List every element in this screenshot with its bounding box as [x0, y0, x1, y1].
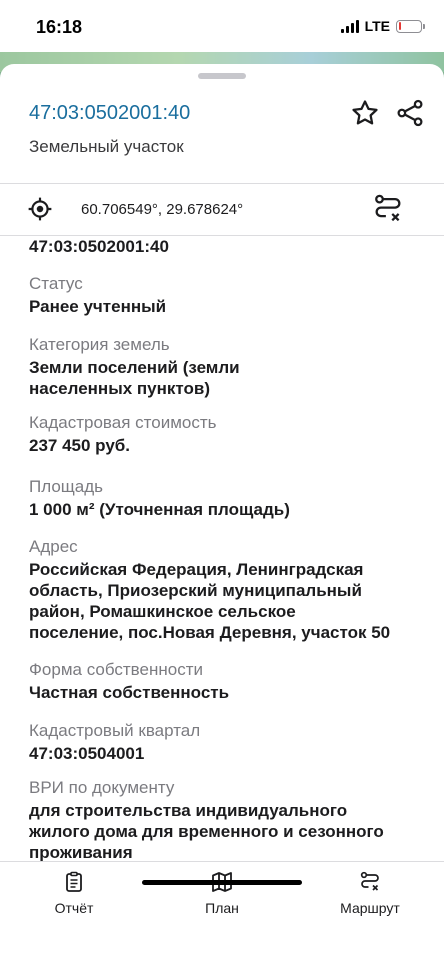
field-top-number: 47:03:0502001:40	[29, 236, 419, 257]
field-land-category: Категория земель Земли поселений (земли …	[29, 334, 419, 399]
cadastral-number-title: 47:03:0502001:40	[29, 102, 191, 124]
field-value: 47:03:0502001:40	[29, 237, 169, 256]
value-line: район, Ромашкинское сельское	[29, 602, 296, 621]
field-label: Площадь	[29, 477, 104, 496]
tab-label: Отчёт	[54, 900, 94, 916]
field-area: Площадь 1 000 м² (Уточненная площадь)	[29, 476, 419, 520]
field-value: Ранее учтенный	[29, 297, 167, 316]
favorite-button[interactable]	[348, 96, 382, 130]
share-button[interactable]	[393, 96, 427, 130]
coordinates-row: 60.706549°, 29.678624°	[0, 184, 444, 236]
parcel-sheet: 47:03:0502001:40 Земельный участок 60.70…	[0, 64, 444, 960]
network-type: LTE	[364, 18, 390, 34]
route-clear-icon	[375, 194, 401, 222]
details-list[interactable]: 47:03:0502001:40 Статус Ранее учтенный К…	[0, 236, 444, 862]
status-bar: 16:18 LTE	[0, 0, 444, 52]
field-label: Кадастровый квартал	[29, 721, 201, 740]
field-label: ВРИ по документу	[29, 778, 175, 797]
home-indicator[interactable]	[142, 880, 302, 885]
tab-label: Маршрут	[340, 900, 400, 916]
value-line: для строительства индивидуального	[29, 801, 348, 820]
field-value: для строительства индивидуального жилого…	[29, 800, 419, 862]
field-value: Земли поселений (земли населенных пункто…	[29, 357, 419, 399]
field-label: Кадастровая стоимость	[29, 413, 217, 432]
field-value: Российская Федерация, Ленинградская обла…	[29, 559, 419, 643]
value-line: Земли поселений (земли	[29, 358, 240, 377]
share-icon	[397, 99, 423, 127]
signal-icon	[340, 19, 359, 33]
battery-icon	[396, 19, 425, 33]
tab-report[interactable]: Отчёт	[14, 870, 134, 916]
value-line: область, Приозерский муниципальный	[29, 581, 362, 600]
battery-level	[398, 22, 401, 30]
report-clipboard-icon	[66, 871, 82, 892]
bottom-action-bar: Отчёт План Маршрут	[0, 862, 444, 960]
target-icon	[28, 197, 52, 221]
coordinates-text[interactable]: 60.706549°, 29.678624°	[81, 201, 243, 218]
route-icon	[360, 871, 379, 891]
field-label: Адрес	[29, 537, 78, 556]
tab-plan[interactable]: План	[162, 870, 282, 916]
locate-button[interactable]	[27, 196, 53, 227]
field-label: Статус	[29, 274, 83, 293]
field-status: Статус Ранее учтенный	[29, 273, 419, 317]
field-label: Категория земель	[29, 335, 170, 354]
value-line: проживания	[29, 843, 133, 862]
star-icon	[352, 100, 378, 125]
field-cadastral-value: Кадастровая стоимость 237 450 руб.	[29, 412, 419, 456]
value-line: Российская Федерация, Ленинградская	[29, 560, 364, 579]
field-value: 237 450 руб.	[29, 436, 131, 455]
field-permitted-use: ВРИ по документу для строительства индив…	[29, 777, 419, 862]
route-button[interactable]	[371, 192, 405, 231]
field-value: 1 000 м² (Уточненная площадь)	[29, 500, 290, 519]
field-address: Адрес Российская Федерация, Ленинградска…	[29, 536, 419, 643]
field-cadastral-quarter: Кадастровый квартал 47:03:0504001	[29, 720, 419, 764]
value-line: населенных пунктов)	[29, 379, 210, 398]
status-time: 16:18	[36, 17, 83, 37]
sheet-grabber[interactable]	[198, 73, 246, 79]
field-value: Частная собственность	[29, 683, 230, 702]
object-type: Земельный участок	[29, 137, 184, 156]
tab-label: План	[205, 900, 239, 916]
field-label: Форма собственности	[29, 660, 203, 679]
tab-route[interactable]: Маршрут	[310, 870, 430, 916]
status-indicators: LTE	[340, 18, 425, 34]
field-ownership: Форма собственности Частная собственност…	[29, 659, 419, 703]
field-value: 47:03:0504001	[29, 744, 145, 763]
value-line: жилого дома для временного и сезонного	[29, 822, 384, 841]
value-line: поселение, пос.Новая Деревня, участок 50	[29, 623, 391, 642]
